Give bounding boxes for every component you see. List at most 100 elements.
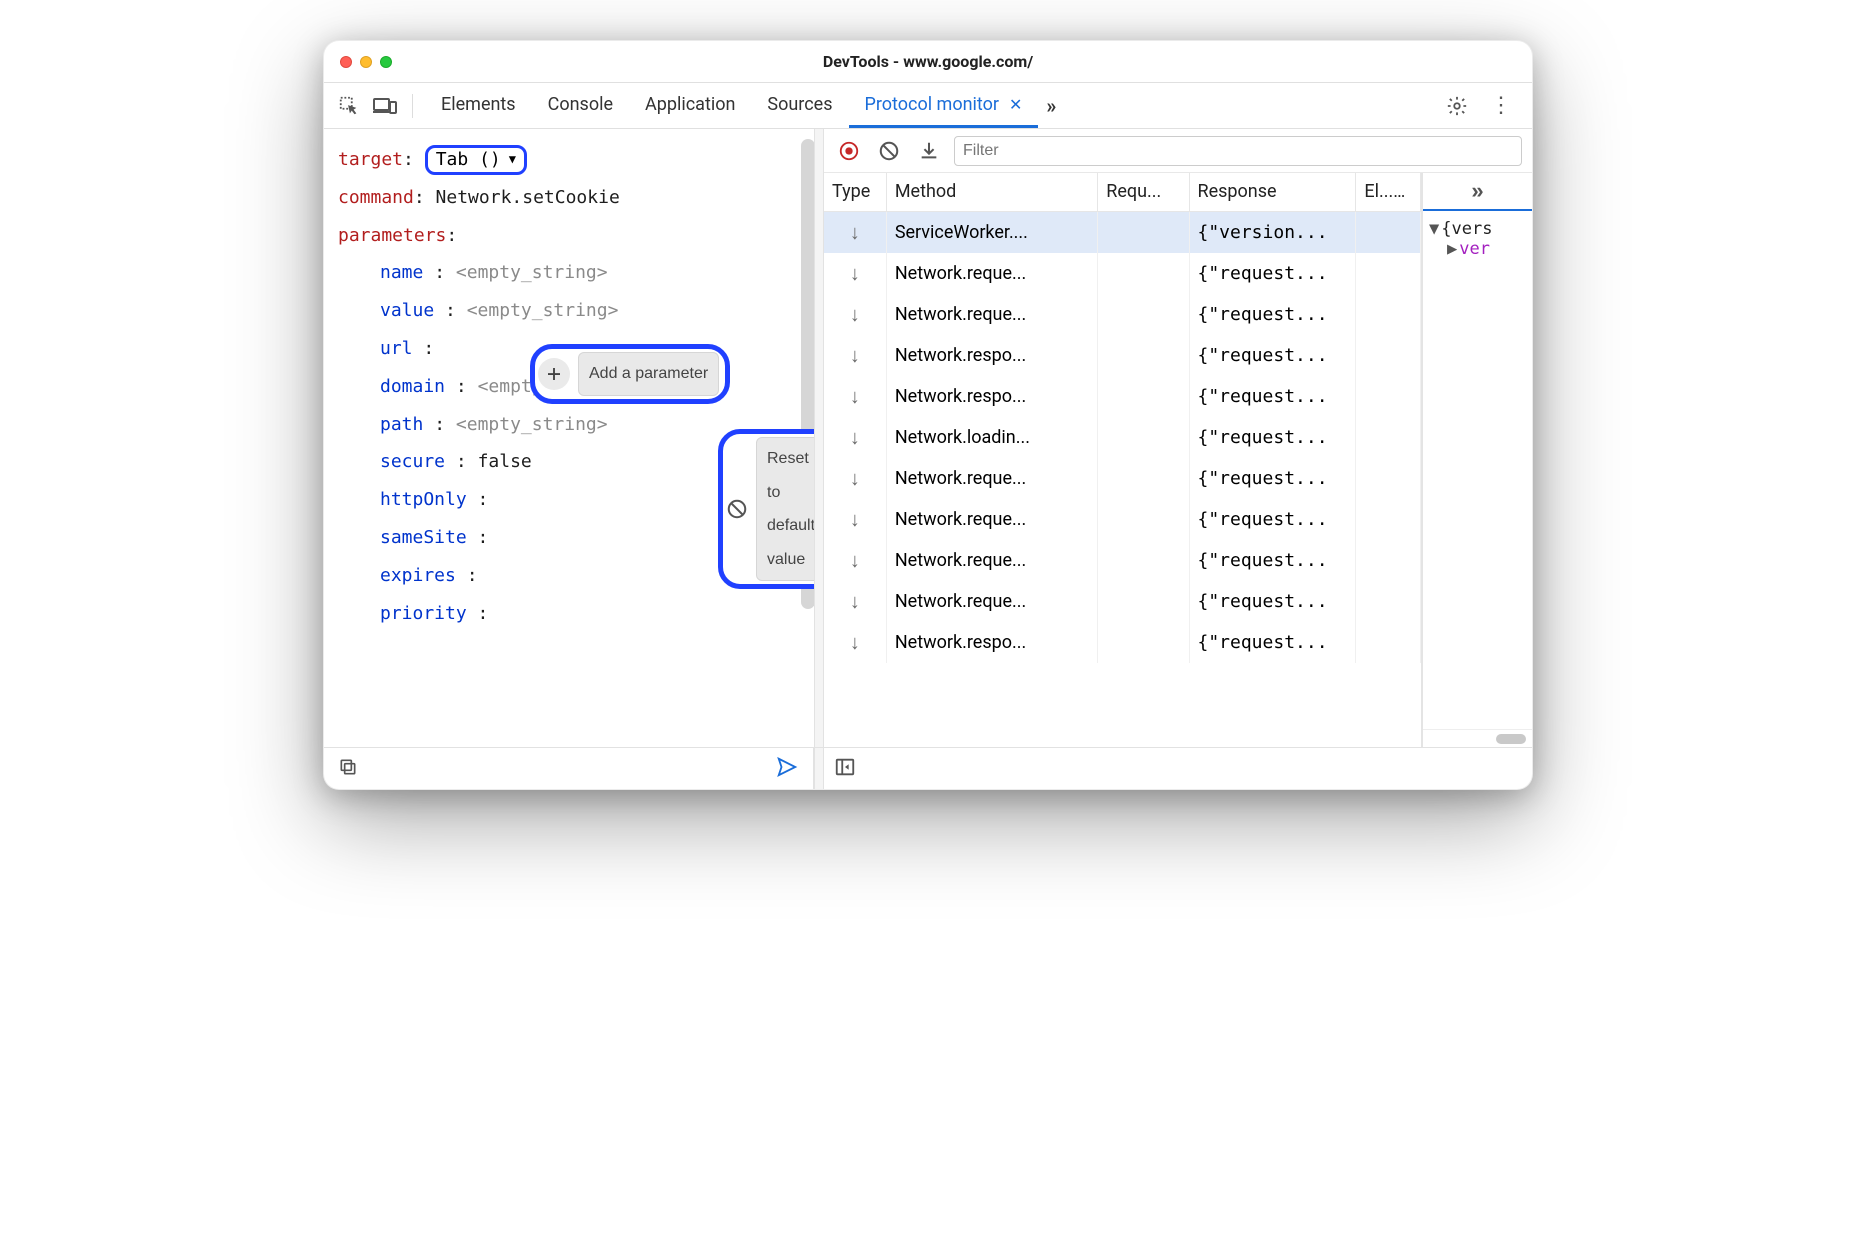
window-title: DevTools - www.google.com/ (324, 52, 1532, 71)
target-select[interactable]: Tab () ▼ (425, 145, 527, 175)
tab-sources[interactable]: Sources (751, 84, 848, 128)
table-row[interactable]: ↓Network.respo...{"request... (824, 376, 1421, 417)
param-key[interactable]: domain (380, 376, 445, 397)
tab-protocol-monitor[interactable]: Protocol monitor ✕ (849, 84, 1039, 128)
tab-label: Protocol monitor (865, 94, 1000, 115)
more-tabs-icon[interactable]: » (1423, 173, 1532, 211)
cell-response: {"version... (1189, 211, 1356, 253)
arrow-down-icon: ↓ (832, 630, 878, 655)
cell-request (1098, 376, 1189, 417)
close-tab-icon[interactable]: ✕ (1009, 95, 1022, 114)
more-tabs-icon[interactable]: » (1038, 94, 1064, 118)
cell-request (1098, 294, 1189, 335)
settings-icon[interactable] (1442, 91, 1472, 121)
cell-response: {"request... (1189, 540, 1356, 581)
send-icon[interactable] (775, 756, 799, 782)
chevron-down-icon: ▼ (509, 147, 516, 172)
cell-method: Network.reque... (886, 253, 1097, 294)
table-row[interactable]: ↓Network.loadin...{"request... (824, 417, 1421, 458)
cell-elapsed (1356, 294, 1421, 335)
close-window-button[interactable] (340, 56, 352, 68)
param-key[interactable]: value (380, 300, 434, 321)
cell-request (1098, 211, 1189, 253)
col-request[interactable]: Requ... (1098, 173, 1189, 211)
table-row[interactable]: ↓Network.reque...{"request... (824, 294, 1421, 335)
split-handle[interactable] (814, 129, 824, 747)
cell-elapsed (1356, 253, 1421, 294)
tree-expand-icon[interactable]: ▼ (1429, 219, 1439, 239)
detail-key: ver (1459, 239, 1490, 259)
separator (412, 94, 413, 118)
tab-application[interactable]: Application (629, 84, 751, 128)
arrow-down-icon: ↓ (832, 261, 878, 286)
col-type[interactable]: Type (824, 173, 886, 211)
copy-icon[interactable] (338, 757, 358, 781)
table-row[interactable]: ↓Network.reque...{"request... (824, 540, 1421, 581)
arrow-down-icon: ↓ (832, 589, 878, 614)
cell-request (1098, 622, 1189, 663)
reset-default-tooltip: Reset to default value (756, 437, 814, 581)
reset-icon[interactable] (726, 493, 748, 525)
cell-method: Network.respo... (886, 622, 1097, 663)
add-parameter-tooltip: Add a parameter (578, 352, 719, 396)
table-row[interactable]: ↓ Network.reque... {"request... (824, 253, 1421, 294)
arrow-down-icon: ↓ (832, 466, 878, 491)
table-row[interactable]: ↓Network.reque...{"request... (824, 458, 1421, 499)
split-handle[interactable] (814, 748, 824, 789)
cell-elapsed (1356, 211, 1421, 253)
param-value[interactable]: <empty_string> (467, 300, 619, 321)
cell-request (1098, 458, 1189, 499)
record-icon[interactable] (834, 136, 864, 166)
cell-response: {"request... (1189, 253, 1356, 294)
scrollbar-horizontal[interactable] (1423, 729, 1532, 747)
bottom-bar (324, 747, 1532, 789)
param-key[interactable]: name (380, 262, 423, 283)
download-icon[interactable] (914, 136, 944, 166)
tab-elements[interactable]: Elements (425, 84, 532, 128)
param-value[interactable]: false (478, 451, 532, 472)
table-row[interactable]: ↓Network.reque...{"request... (824, 499, 1421, 540)
tab-label: Elements (441, 94, 516, 115)
cell-method: Network.reque... (886, 458, 1097, 499)
cell-response: {"request... (1189, 499, 1356, 540)
table-row[interactable]: ↓ServiceWorker....{"version... (824, 211, 1421, 253)
col-method[interactable]: Method (886, 173, 1097, 211)
target-value: Tab () (436, 141, 501, 179)
table-row[interactable]: ↓Network.respo...{"request... (824, 335, 1421, 376)
filter-input[interactable] (954, 136, 1522, 166)
param-key[interactable]: url (380, 338, 413, 359)
zoom-window-button[interactable] (380, 56, 392, 68)
tab-console[interactable]: Console (532, 84, 629, 128)
kebab-menu-icon[interactable]: ⋮ (1486, 91, 1516, 121)
table-row[interactable]: ↓Network.respo...{"request... (824, 622, 1421, 663)
tab-label: Application (645, 94, 735, 115)
minimize-window-button[interactable] (360, 56, 372, 68)
param-key[interactable]: path (380, 414, 423, 435)
cell-response: {"request... (1189, 581, 1356, 622)
cell-response: {"request... (1189, 335, 1356, 376)
col-response[interactable]: Response (1189, 173, 1356, 211)
window-controls (340, 56, 392, 68)
clear-icon[interactable] (874, 136, 904, 166)
arrow-down-icon: ↓ (832, 384, 878, 409)
devtools-window: DevTools - www.google.com/ Elements Cons… (323, 40, 1533, 790)
plus-icon[interactable] (538, 358, 570, 390)
param-key[interactable]: expires (380, 565, 456, 586)
param-key[interactable]: secure (380, 451, 445, 472)
param-key[interactable]: httpOnly (380, 489, 467, 510)
param-value[interactable]: <empty_string> (456, 262, 608, 283)
reset-default-callout: Reset to default value (718, 429, 814, 589)
param-key[interactable]: priority (380, 603, 467, 624)
cell-method: Network.respo... (886, 335, 1097, 376)
arrow-down-icon: ↓ (832, 220, 878, 245)
tree-collapse-icon[interactable]: ▶ (1447, 239, 1457, 259)
cell-request (1098, 335, 1189, 376)
arrow-down-icon: ↓ (832, 507, 878, 532)
inspect-element-icon[interactable] (334, 91, 364, 121)
table-row[interactable]: ↓Network.reque...{"request... (824, 581, 1421, 622)
col-elapsed[interactable]: El...▲ (1356, 173, 1421, 211)
device-toolbar-icon[interactable] (370, 91, 400, 121)
param-value[interactable]: <empty_string> (456, 414, 608, 435)
toggle-sidebar-icon[interactable] (834, 756, 856, 782)
param-key[interactable]: sameSite (380, 527, 467, 548)
